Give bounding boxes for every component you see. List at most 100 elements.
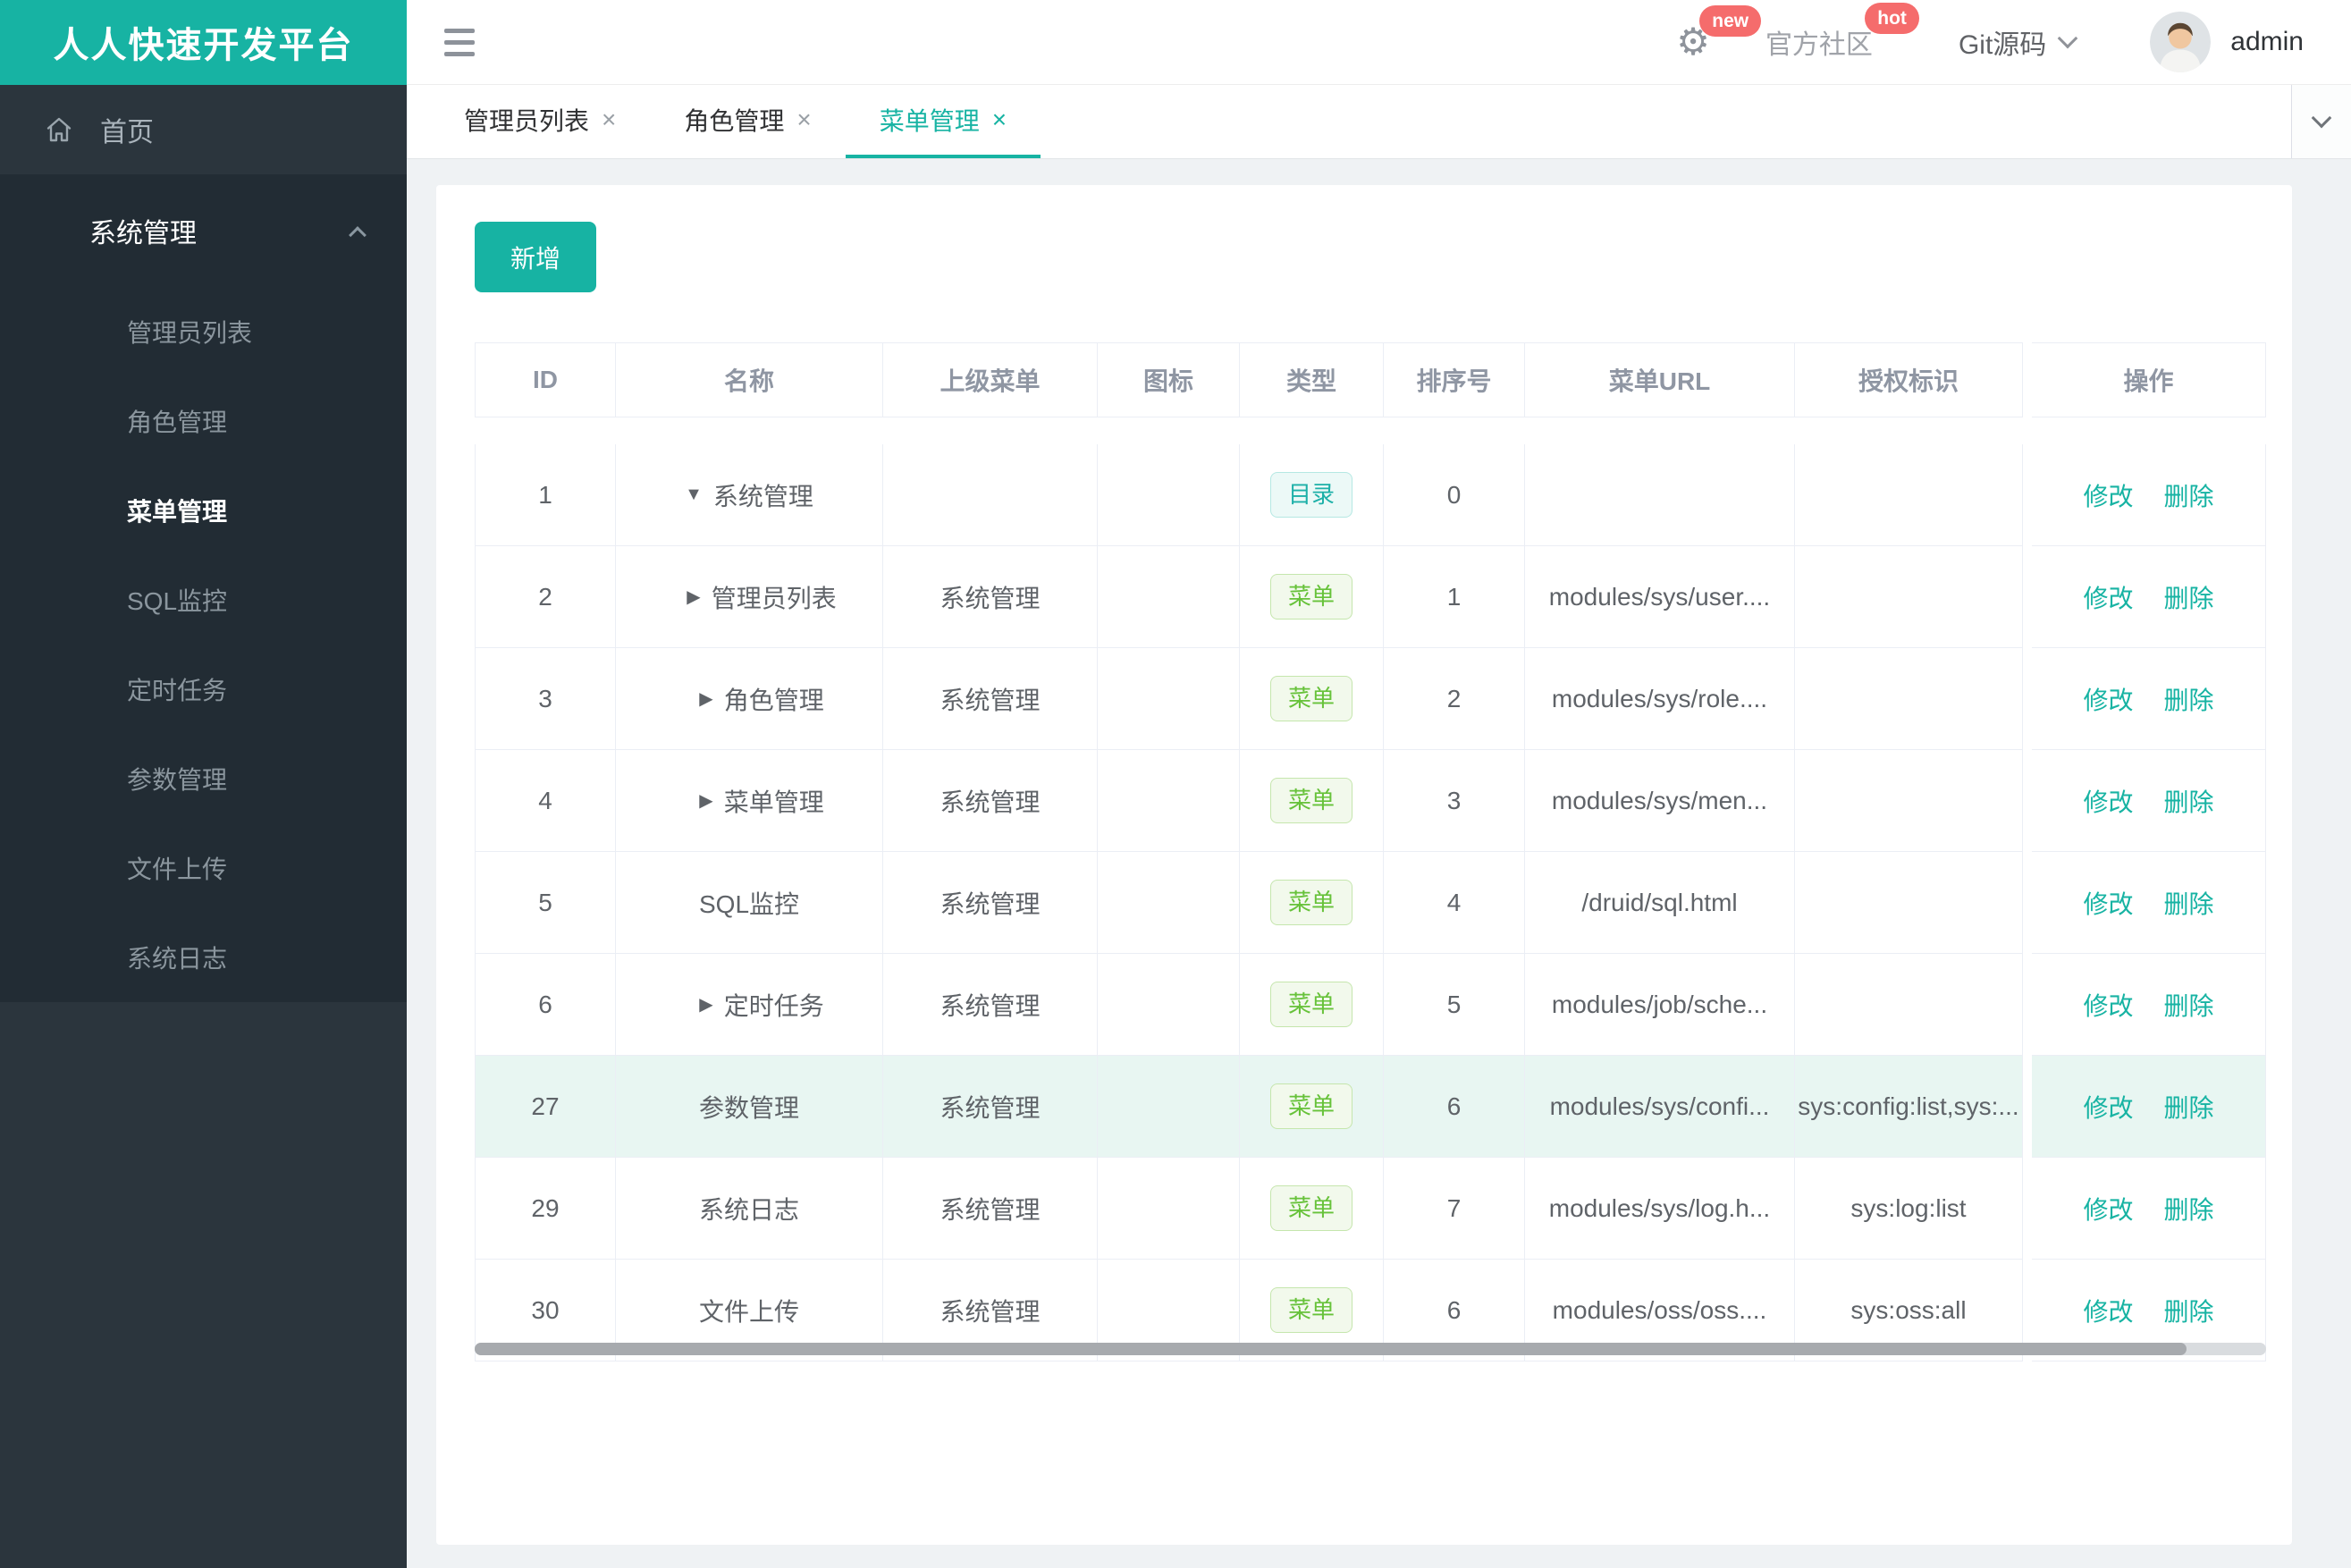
delete-link[interactable]: 删除 <box>2164 885 2214 921</box>
sidebar-item-admin-list[interactable]: 管理员列表 <box>0 287 407 376</box>
edit-link[interactable]: 修改 <box>2083 681 2133 717</box>
cell-sort: 7 <box>1384 1158 1525 1260</box>
delete-link[interactable]: 删除 <box>2164 579 2214 615</box>
scrollbar-thumb[interactable] <box>475 1343 2187 1355</box>
cell-menu-url: modules/sys/user.... <box>1525 546 1795 648</box>
edit-link[interactable]: 修改 <box>2083 783 2133 819</box>
delete-link[interactable]: 删除 <box>2164 783 2214 819</box>
sidebar-group-title[interactable]: 系统管理 <box>0 174 407 287</box>
edit-link[interactable]: 修改 <box>2083 477 2133 513</box>
column-header: 授权标识 <box>1795 342 2023 417</box>
cell-actions: 修改 删除 <box>2032 852 2266 954</box>
menu-name-label: 管理员列表 <box>711 584 837 612</box>
tab-admin-list[interactable]: 管理员列表 × <box>430 85 650 158</box>
cell-auth: sys:log:list <box>1795 1158 2023 1260</box>
delete-link[interactable]: 删除 <box>2164 987 2214 1023</box>
type-badge: 菜单 <box>1269 879 1352 926</box>
username-label[interactable]: admin <box>2230 27 2304 57</box>
cell-id: 4 <box>475 750 616 852</box>
cell-name: ▶ 定时任务 <box>616 954 883 1056</box>
sidebar-item-scheduled-tasks[interactable]: 定时任务 <box>0 645 407 734</box>
delete-link[interactable]: 删除 <box>2164 477 2214 513</box>
edit-link[interactable]: 修改 <box>2083 1293 2133 1328</box>
expand-arrow-icon[interactable]: ▶ <box>699 687 712 710</box>
type-badge: 菜单 <box>1269 981 1352 1028</box>
delete-link[interactable]: 删除 <box>2164 1191 2214 1227</box>
cell-icon <box>1098 1158 1240 1260</box>
cell-type: 菜单 <box>1240 1158 1384 1260</box>
close-icon[interactable]: × <box>602 105 616 134</box>
column-gap <box>2023 444 2032 546</box>
expand-arrow-icon[interactable]: ▶ <box>699 993 712 1016</box>
git-source-dropdown[interactable]: Git源码 <box>1958 22 2078 62</box>
cell-auth <box>1795 852 2023 954</box>
cell-menu-url: modules/job/sche... <box>1525 954 1795 1056</box>
add-button[interactable]: 新增 <box>475 222 596 292</box>
delete-link[interactable]: 删除 <box>2164 681 2214 717</box>
cell-id: 5 <box>475 852 616 954</box>
chevron-down-icon <box>2311 107 2332 129</box>
cell-id: 3 <box>475 648 616 750</box>
cell-auth <box>1795 648 2023 750</box>
edit-link[interactable]: 修改 <box>2083 1191 2133 1227</box>
edit-link[interactable]: 修改 <box>2083 1089 2133 1125</box>
community-link[interactable]: 官方社区 hot <box>1765 3 1919 62</box>
cell-type: 菜单 <box>1240 648 1384 750</box>
app-logo: 人人快速开发平台 <box>0 0 407 85</box>
tab-role-mgmt[interactable]: 角色管理 × <box>650 85 845 158</box>
cell-parent-menu: 系统管理 <box>883 1056 1098 1158</box>
menu-name-label: 文件上传 <box>698 1297 799 1326</box>
close-icon[interactable]: × <box>796 105 811 134</box>
menu-name-label: 参数管理 <box>698 1093 799 1122</box>
cell-name: 参数管理 <box>616 1056 883 1158</box>
cell-type: 菜单 <box>1240 852 1384 954</box>
cell-id: 29 <box>475 1158 616 1260</box>
cell-actions: 修改 删除 <box>2032 1056 2266 1158</box>
cell-sort: 5 <box>1384 954 1525 1056</box>
cell-menu-url <box>1525 444 1795 546</box>
sidebar-item-role-mgmt[interactable]: 角色管理 <box>0 376 407 466</box>
cell-sort: 2 <box>1384 648 1525 750</box>
menu-toggle-icon[interactable] <box>444 28 475 56</box>
sidebar-group-system: 系统管理 管理员列表 角色管理 菜单管理 SQL监控 定时任务 参数管理 文件上… <box>0 174 407 1002</box>
expand-arrow-icon[interactable]: ▶ <box>699 789 712 812</box>
cell-icon <box>1098 852 1240 954</box>
expand-arrow-icon[interactable]: ▶ <box>687 586 700 608</box>
column-header: 图标 <box>1098 342 1240 417</box>
sidebar-item-home[interactable]: 首页 <box>0 85 407 174</box>
edit-link[interactable]: 修改 <box>2083 579 2133 615</box>
cell-parent-menu: 系统管理 <box>883 954 1098 1056</box>
edit-link[interactable]: 修改 <box>2083 885 2133 921</box>
cell-sort: 1 <box>1384 546 1525 648</box>
cell-sort: 0 <box>1384 444 1525 546</box>
horizontal-scrollbar[interactable] <box>475 1343 2266 1355</box>
tab-overflow-button[interactable] <box>2291 85 2351 158</box>
sidebar-item-file-upload[interactable]: 文件上传 <box>0 823 407 913</box>
cell-icon <box>1098 1056 1240 1158</box>
cell-sort: 3 <box>1384 750 1525 852</box>
close-icon[interactable]: × <box>992 105 1007 134</box>
sidebar-item-param-mgmt[interactable]: 参数管理 <box>0 734 407 823</box>
collapse-arrow-icon[interactable]: ▼ <box>685 485 703 505</box>
home-icon <box>46 117 72 142</box>
type-badge: 菜单 <box>1269 1083 1352 1130</box>
tab-menu-mgmt[interactable]: 菜单管理 × <box>845 85 1041 158</box>
column-gap <box>2023 1056 2032 1158</box>
sidebar-home-label: 首页 <box>100 118 154 148</box>
cell-auth: sys:config:list,sys:... <box>1795 1056 2023 1158</box>
git-source-label: Git源码 <box>1958 30 2047 60</box>
hot-badge: hot <box>1865 3 1919 34</box>
cell-auth <box>1795 954 2023 1056</box>
avatar[interactable] <box>2150 12 2212 72</box>
delete-link[interactable]: 删除 <box>2164 1293 2214 1328</box>
edit-link[interactable]: 修改 <box>2083 987 2133 1023</box>
sidebar-item-menu-mgmt[interactable]: 菜单管理 <box>0 466 407 555</box>
sidebar-item-sql-monitor[interactable]: SQL监控 <box>0 555 407 645</box>
settings-button[interactable]: ⚙ new <box>1676 5 1762 61</box>
delete-link[interactable]: 删除 <box>2164 1089 2214 1125</box>
cell-menu-url: /druid/sql.html <box>1525 852 1795 954</box>
cell-auth <box>1795 750 2023 852</box>
cell-icon <box>1098 648 1240 750</box>
sidebar-item-system-log[interactable]: 系统日志 <box>0 913 407 1002</box>
main-content: 新增 ID 名称 上级菜单 图标 类型 排序号 菜单URL 授权标识 操作 1 ▼ 系统管理 目录 0 修改… <box>407 159 2351 1568</box>
